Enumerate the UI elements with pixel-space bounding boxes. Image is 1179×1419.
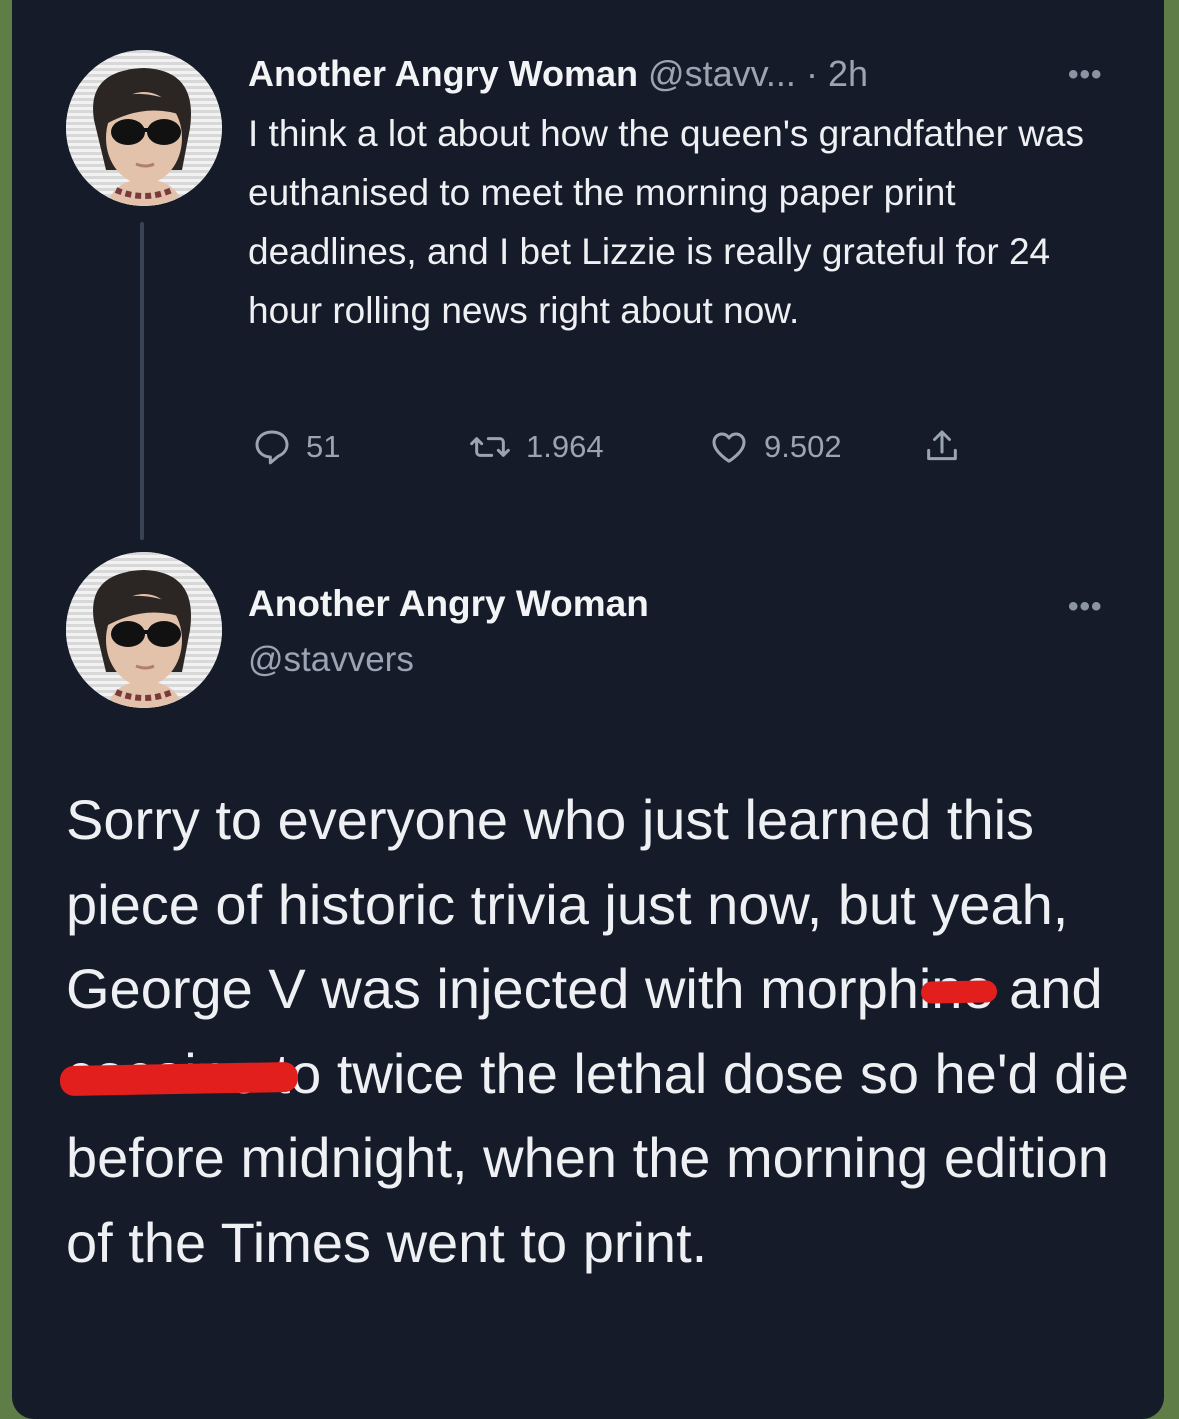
share-button[interactable] [922,422,962,472]
tweet1-header: Another Angry Woman @stavv... · 2h [248,50,868,98]
like-count: 9.502 [764,429,842,464]
tweet1-text: I think a lot about how the queen's gran… [248,113,1085,331]
redacted-word-1: ne [921,947,998,1032]
thread-line [140,222,144,540]
tweet2-text: Sorry to everyone who just learned this … [59,778,1136,1285]
redacted-word-2: cocaine t [59,1032,299,1117]
reply-icon [255,430,289,465]
retweet-button[interactable]: 1.964 [468,422,604,472]
redaction-mark [59,1061,299,1096]
redaction-mark [921,980,998,1004]
tweet2-handle[interactable]: @stavvers [248,636,414,684]
tweet2-text-middle: and [993,957,1103,1020]
more-icon[interactable]: ••• [1068,592,1103,622]
like-button[interactable]: 9.502 [708,422,842,472]
reply-count: 51 [306,429,341,464]
screen: Another Angry Woman @stavv... · 2h ••• I… [12,0,1164,1419]
retweet-icon [470,437,510,457]
tweet1-handle[interactable]: @stavv... [648,53,796,94]
retweet-count: 1.964 [526,429,604,464]
avatar[interactable] [66,552,222,708]
avatar[interactable] [66,50,222,206]
tweet1-time[interactable]: 2h [828,53,868,94]
share-icon [927,430,957,461]
like-icon [712,432,746,463]
reply-button[interactable]: 51 [252,422,340,472]
more-icon[interactable]: ••• [1068,60,1103,90]
tweet1-author-name[interactable]: Another Angry Woman [248,53,638,94]
tweet2-text-before: Sorry to everyone who just learned this … [66,788,1069,1020]
tweet2-author-name[interactable]: Another Angry Woman [248,580,649,628]
tweet1-separator: · [805,53,818,94]
